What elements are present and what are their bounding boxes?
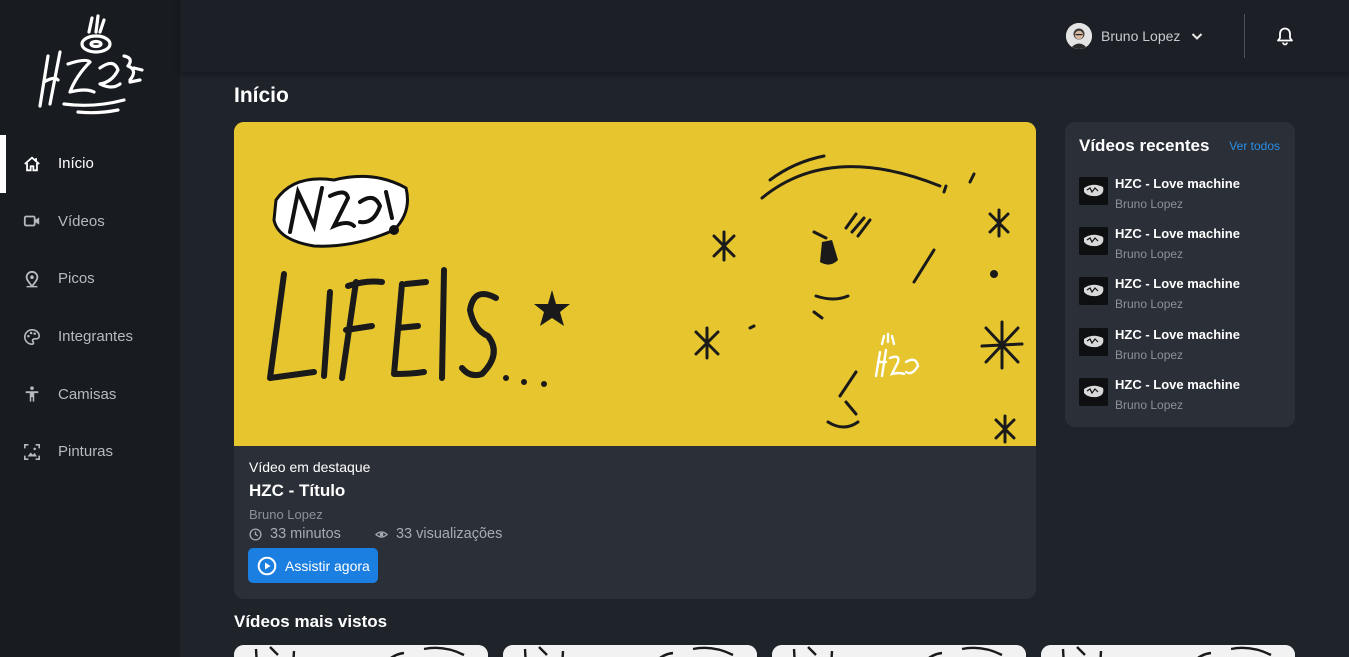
watch-now-button[interactable]: Assistir agora (248, 548, 378, 583)
video-thumbnail (1079, 177, 1108, 205)
video-camera-icon (22, 211, 42, 231)
recent-video-item[interactable]: HZC - Love machine Bruno Lopez (1079, 276, 1284, 320)
hzc-logo[interactable] (34, 12, 146, 124)
video-thumbnail (1079, 378, 1108, 406)
featured-video-thumbnail[interactable] (234, 122, 1036, 446)
see-all-link[interactable]: Ver todos (1229, 139, 1280, 153)
recent-video-item[interactable]: HZC - Love machine Bruno Lopez (1079, 377, 1284, 421)
featured-label: Vídeo em destaque (249, 459, 371, 475)
avatar (1066, 23, 1092, 49)
video-thumbnail (1079, 328, 1108, 356)
eye-icon (374, 530, 388, 538)
hzc-logo-graphic (38, 14, 144, 115)
recent-video-title: HZC - Love machine (1115, 176, 1240, 191)
recent-video-title: HZC - Love machine (1115, 327, 1240, 342)
views-meta: 33 visualizações (374, 526, 503, 542)
sidebar-item-label: Pinturas (58, 443, 114, 461)
sidebar-nav: Início Vídeos Picos Integrantes Camisas (0, 135, 180, 481)
play-circle-icon (257, 556, 277, 575)
recent-video-author: Bruno Lopez (1115, 197, 1184, 211)
recent-video-title: HZC - Love machine (1115, 226, 1240, 241)
recent-video-author: Bruno Lopez (1115, 348, 1184, 362)
sidebar-item-label: Vídeos (58, 212, 105, 230)
watch-now-label: Assistir agora (285, 557, 370, 574)
sidebar-item-label: Início (58, 155, 94, 173)
home-icon (22, 154, 42, 174)
recent-video-author: Bruno Lopez (1115, 247, 1184, 261)
duration-meta: 33 minutos (249, 526, 341, 542)
featured-title[interactable]: HZC - Título (249, 481, 536, 501)
sidebar-item-label: Camisas (58, 385, 117, 403)
recent-videos-panel: Vídeos recentes Ver todos HZC - Love mac… (1065, 122, 1295, 427)
sidebar: Início Vídeos Picos Integrantes Camisas (0, 0, 180, 657)
views-text: 33 visualizações (395, 526, 503, 542)
sidebar-item-inicio[interactable]: Início (0, 135, 180, 193)
header-divider (1244, 14, 1245, 58)
featured-video-info: Vídeo em destaque HZC - Título Bruno Lop… (249, 459, 536, 542)
picture-frame-icon (22, 442, 42, 462)
sidebar-item-label: Picos (58, 270, 95, 288)
recent-video-title: HZC - Love machine (1115, 276, 1240, 291)
user-menu[interactable]: Bruno Lopez (1066, 22, 1204, 50)
map-pin-icon (22, 269, 42, 289)
recent-video-item[interactable]: HZC - Love machine Bruno Lopez (1079, 176, 1284, 220)
recent-videos-title: Vídeos recentes (1079, 136, 1210, 155)
most-viewed-card[interactable] (503, 645, 757, 657)
recent-video-title: HZC - Love machine (1115, 377, 1240, 392)
sidebar-item-picos[interactable]: Picos (0, 250, 180, 308)
recent-video-author: Bruno Lopez (1115, 398, 1184, 412)
sidebar-item-label: Integrantes (58, 328, 134, 346)
video-thumbnail (234, 645, 488, 657)
sidebar-item-pinturas[interactable]: Pinturas (0, 423, 180, 481)
bell-icon[interactable] (1275, 26, 1295, 46)
video-thumbnail (1079, 277, 1108, 305)
most-viewed-title: Vídeos mais vistos (234, 612, 388, 631)
featured-author: Bruno Lopez (249, 507, 323, 522)
sidebar-item-videos[interactable]: Vídeos (0, 193, 180, 251)
palette-icon (22, 327, 42, 347)
video-thumbnail (503, 645, 757, 657)
featured-meta: 33 minutos 33 visualizações (249, 526, 536, 542)
featured-video-card: Vídeo em destaque HZC - Título Bruno Lop… (234, 122, 1036, 599)
top-bar: Bruno Lopez (180, 0, 1349, 72)
video-thumbnail (1041, 645, 1295, 657)
most-viewed-card[interactable] (1041, 645, 1295, 657)
recent-video-author: Bruno Lopez (1115, 297, 1184, 311)
featured-artwork (234, 122, 1036, 446)
sidebar-item-camisas[interactable]: Camisas (0, 365, 180, 423)
clock-icon (249, 527, 262, 541)
recent-video-item[interactable]: HZC - Love machine Bruno Lopez (1079, 327, 1284, 371)
page-title: Início (234, 84, 289, 107)
recent-video-item[interactable]: HZC - Love machine Bruno Lopez (1079, 226, 1284, 270)
sidebar-item-integrantes[interactable]: Integrantes (0, 308, 180, 366)
most-viewed-card[interactable] (234, 645, 488, 657)
chevron-down-icon (1192, 33, 1203, 40)
most-viewed-card[interactable] (772, 645, 1026, 657)
video-thumbnail (1079, 227, 1108, 255)
duration-text: 33 minutos (270, 526, 341, 542)
video-thumbnail (772, 645, 1026, 657)
user-name: Bruno Lopez (1101, 28, 1181, 44)
person-icon (22, 384, 42, 404)
